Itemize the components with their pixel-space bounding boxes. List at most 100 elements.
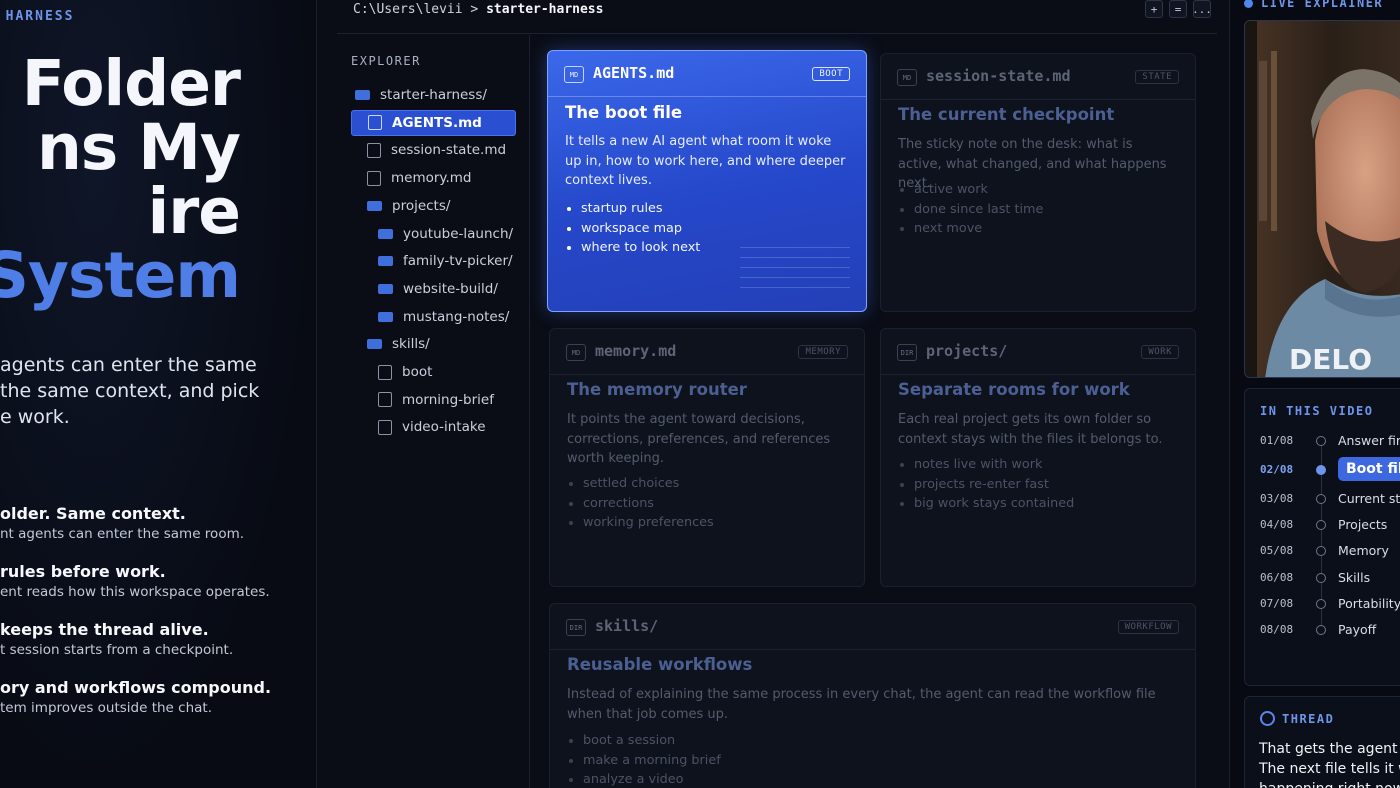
chapter-dot-icon — [1316, 598, 1326, 609]
chapter-dot-icon — [1316, 493, 1326, 504]
tree-folder[interactable]: starter-harness/ — [355, 82, 487, 108]
new-tab-button[interactable]: + — [1145, 0, 1163, 18]
card-filename: skills/ — [595, 617, 659, 635]
chapter-number: 02/08 — [1260, 463, 1294, 477]
card-bullet: working preferences — [569, 513, 714, 533]
thread-text: That gets the agent The next file tells … — [1259, 739, 1400, 788]
tree-folder[interactable]: skills/ — [367, 331, 430, 357]
chapter-number: 08/08 — [1260, 623, 1294, 637]
chapter-list-panel: IN THIS VIDEO 01/08 Answer firs 02/08 Boot … — [1244, 388, 1400, 686]
card-tag: WORKFLOW — [1117, 620, 1179, 634]
folder-icon — [378, 256, 393, 267]
thread-ring-icon — [1260, 711, 1275, 726]
card-memory[interactable]: MD memory.md MEMORY The memory router It… — [549, 328, 865, 587]
card-header: MD session-state.md STATE — [881, 54, 1195, 100]
chapter-number: 06/08 — [1260, 570, 1294, 584]
chapter-item[interactable]: 01/08 Answer firs — [1245, 431, 1400, 451]
tree-item-label: mustang-notes/ — [403, 308, 510, 325]
key-point-title: ory and workflows compound. — [0, 678, 272, 697]
tree-file[interactable]: session-state.md — [367, 137, 506, 163]
card-bullet: where to look next — [566, 238, 700, 258]
tree-file[interactable]: video-intake — [378, 414, 486, 440]
chapter-item[interactable]: 04/08 Projects — [1245, 515, 1400, 535]
card-tag: BOOT — [812, 67, 850, 81]
tree-folder[interactable]: family-tv-picker/ — [378, 248, 513, 274]
lede-line: e work. — [0, 406, 70, 428]
live-label-text: LIVE EXPLAINER — [1261, 0, 1384, 10]
terminal-window: C:\Users\levii > starter-harness + = ...… — [316, 0, 1230, 788]
more-button[interactable]: ... — [1192, 0, 1212, 18]
file-explorer: EXPLORER starter-harness/AGENTS.md sessio… — [337, 35, 530, 788]
folder-type-badge: DIR — [897, 344, 917, 361]
key-point: ory and workflows compound. tem improves… — [0, 678, 271, 716]
chapter-label: Portability — [1338, 595, 1400, 611]
tree-file[interactable]: memory.md — [367, 165, 472, 191]
card-projects[interactable]: DIR projects/ WORK Separate rooms for wo… — [880, 328, 1196, 587]
thread-title-text: THREAD — [1282, 711, 1335, 726]
card-session-state[interactable]: MD session-state.md STATE The current ch… — [880, 53, 1196, 312]
card-bullet: analyze a video — [569, 770, 721, 788]
card-bullets: notes live with work projects re-enter f… — [899, 455, 1074, 514]
tree-folder[interactable]: youtube-launch/ — [378, 221, 513, 247]
tree-item-label: morning-brief — [402, 391, 494, 408]
tree-folder[interactable]: website-build/ — [378, 276, 498, 302]
headline-line: ire — [147, 175, 241, 248]
file-type-badge: MD — [897, 69, 917, 86]
folder-icon — [378, 228, 393, 239]
hero-lede: agents can enter the same the same conte… — [0, 352, 316, 430]
working-directory: C:\Users\levii > starter-harness — [353, 2, 603, 17]
tree-item-label: youtube-launch/ — [403, 225, 514, 242]
card-description: It tells a new AI agent what room it wok… — [565, 134, 846, 188]
headline-line-accent: System — [0, 239, 241, 312]
menu-button[interactable]: = — [1169, 0, 1187, 18]
card-title: The memory router — [567, 380, 747, 399]
tree-folder[interactable]: mustang-notes/ — [378, 304, 509, 330]
card-bullet: notes live with work — [899, 455, 1074, 475]
tree-folder[interactable]: projects/ — [367, 193, 450, 219]
key-point-title: keeps the thread alive. — [0, 620, 209, 639]
lede-line: the same context, and pick — [0, 380, 260, 402]
card-bullets: active work done since last time next mo… — [899, 180, 1043, 239]
card-header: DIR skills/ WORKFLOW — [550, 604, 1195, 650]
chapter-item[interactable]: 08/08 Payoff — [1245, 620, 1400, 640]
card-bullets: settled choices corrections working pref… — [569, 474, 714, 533]
key-point-sub: nt agents can enter the same room. — [0, 526, 245, 542]
file-icon — [378, 392, 392, 408]
shirt-logo-text: DELO — [1289, 343, 1372, 376]
card-title: The current checkpoint — [898, 105, 1115, 124]
chapter-item[interactable]: 02/08 Boot fil — [1245, 457, 1400, 482]
card-filename: session-state.md — [926, 67, 1071, 85]
key-point-title: rules before work. — [0, 562, 166, 581]
chapter-label: Boot fil — [1338, 457, 1400, 482]
chapter-item[interactable]: 05/08 Memory — [1245, 541, 1400, 561]
folder-icon — [367, 200, 382, 211]
chapter-item[interactable]: 07/08 Portability — [1245, 594, 1400, 614]
thread-line: The next file tells it w — [1259, 761, 1400, 777]
folder-icon — [378, 311, 393, 322]
folder-icon — [378, 283, 393, 294]
chapter-dot-icon — [1316, 465, 1326, 476]
chapter-item[interactable]: 06/08 Skills — [1245, 568, 1400, 588]
tree-item-label: website-build/ — [403, 280, 498, 297]
tree-item-label: starter-harness/ — [380, 87, 487, 103]
folder-type-badge: DIR — [566, 619, 586, 636]
chapter-number: 01/08 — [1260, 434, 1294, 447]
file-type-badge: MD — [566, 344, 586, 361]
card-title: Separate rooms for work — [898, 380, 1130, 399]
card-bullet: next move — [899, 219, 1043, 239]
chapter-item[interactable]: 03/08 Current sta — [1245, 489, 1400, 509]
card-description: It points the agent toward decisions, co… — [567, 412, 831, 466]
tree-file[interactable]: morning-brief — [378, 387, 494, 413]
file-icon — [367, 170, 381, 186]
chapter-dot-icon — [1316, 436, 1326, 446]
tree-file[interactable]: AGENTS.md — [351, 109, 516, 136]
card-skills[interactable]: DIR skills/ WORKFLOW Reusable workflows … — [549, 603, 1196, 788]
card-bullet: projects re-enter fast — [899, 475, 1074, 495]
card-agents-md[interactable]: MD AGENTS.md BOOT The boot file It tells… — [547, 50, 867, 312]
thread-title: THREAD — [1260, 711, 1334, 726]
tree-item-label: family-tv-picker/ — [403, 253, 513, 270]
chapter-label: Answer firs — [1338, 433, 1400, 448]
path-current: starter-harness — [486, 2, 604, 17]
chapter-label: Payoff — [1338, 622, 1377, 638]
tree-file[interactable]: boot — [378, 359, 432, 385]
